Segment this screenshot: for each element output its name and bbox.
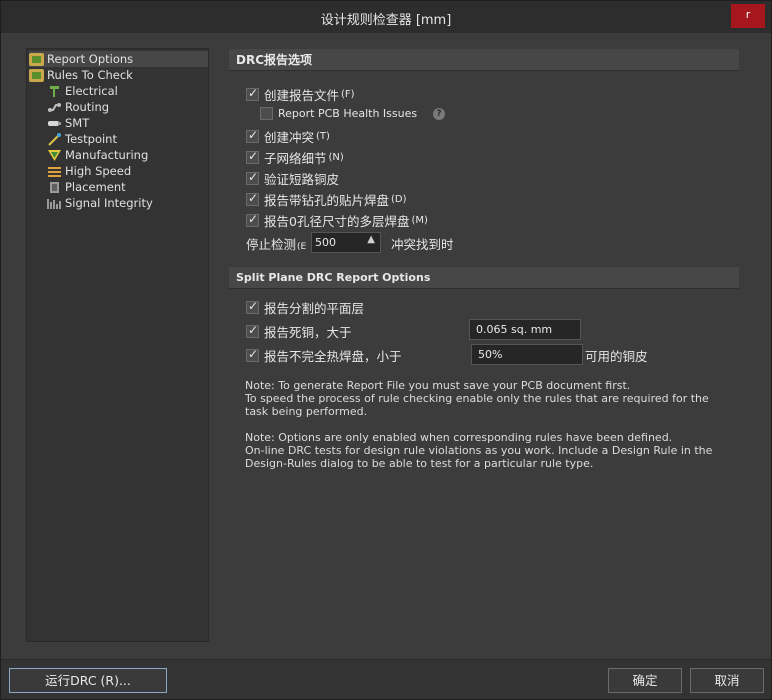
tree-item-label: Electrical <box>65 84 118 98</box>
help-icon[interactable]: ? <box>433 108 445 120</box>
tree-item-routing[interactable]: Routing <box>47 99 109 115</box>
checkbox-box[interactable] <box>246 347 259 362</box>
tree-item-rules-to-check[interactable]: Rules To Check <box>29 67 133 83</box>
spin-arrows-icon[interactable]: ▲ <box>367 234 375 245</box>
checkbox-label: 子网络细节 <box>264 151 327 166</box>
tree-item-label: SMT <box>65 116 90 130</box>
tree-item-label: Placement <box>65 180 126 194</box>
title-bar: 设计规则检查器 [mm] r <box>1 1 771 33</box>
notes-text: Note: To generate Report File you must s… <box>245 379 715 483</box>
tree-item-label: High Speed <box>65 164 132 178</box>
report-split-checkbox[interactable]: 报告分割的平面层 <box>246 298 364 317</box>
dead-copper-input[interactable]: 0.065 sq. mm <box>469 319 581 340</box>
checkbox-box[interactable] <box>246 170 259 185</box>
drc-dialog: 设计规则检查器 [mm] r Report Options Rules To C… <box>0 0 772 700</box>
stop-count-value: 500 <box>315 236 336 249</box>
checkbox-box[interactable] <box>246 323 259 338</box>
checkbox-box[interactable] <box>260 107 273 120</box>
routing-icon <box>47 101 62 114</box>
report-zero-hole-checkbox[interactable]: 报告0孔径尺寸的多层焊盘 (M) <box>246 211 428 230</box>
checkbox-label: 报告死铜，大于 <box>264 325 352 340</box>
rules-folder-icon <box>29 68 44 82</box>
tree-item-label: Routing <box>65 100 110 114</box>
checkbox-box[interactable] <box>246 299 259 314</box>
report-drilled-smt-checkbox[interactable]: 报告带钻孔的贴片焊盘 (D) <box>246 190 407 209</box>
signal-integrity-icon <box>47 197 62 210</box>
stop-detect-label: 停止检测(E <box>246 237 307 252</box>
checkbox-label: Report PCB Health Issues <box>278 107 418 120</box>
drc-options-header: DRC报告选项 <box>229 49 739 71</box>
tree-item-label: Testpoint <box>65 132 117 146</box>
tree-item-label: Report Options <box>47 52 134 66</box>
create-report-checkbox[interactable]: 创建报告文件 (F) <box>246 85 355 104</box>
checkbox-label: 创建冲突 <box>264 130 315 145</box>
note-line: Note: Options are only enabled when corr… <box>245 431 673 444</box>
shortcut-hint: (M) <box>411 215 428 226</box>
manufacturing-icon <box>47 149 62 162</box>
placement-icon <box>47 181 62 194</box>
tree-item-report-options[interactable]: Report Options <box>29 51 208 67</box>
high-speed-icon <box>47 165 62 178</box>
tree-item-high-speed[interactable]: High Speed <box>47 163 131 179</box>
split-plane-header: Split Plane DRC Report Options <box>229 267 739 289</box>
smt-icon <box>47 117 62 130</box>
subnet-details-checkbox[interactable]: 子网络细节 (N) <box>246 148 344 167</box>
testpoint-icon <box>47 132 62 146</box>
tree-item-manufacturing[interactable]: Manufacturing <box>47 147 148 163</box>
tree-item-placement[interactable]: Placement <box>47 179 126 195</box>
create-violations-checkbox[interactable]: 创建冲突 (T) <box>246 127 330 146</box>
window-title: 设计规则检查器 [mm] <box>320 13 452 28</box>
checkbox-box[interactable] <box>246 191 259 206</box>
tree-item-testpoint[interactable]: Testpoint <box>47 131 117 147</box>
stop-suffix-label: 冲突找到时 <box>391 237 454 252</box>
close-button[interactable]: r <box>731 4 765 28</box>
tree-item-label: Manufacturing <box>65 148 149 162</box>
shortcut-hint: (F) <box>341 89 355 100</box>
tree-item-label: Signal Integrity <box>65 196 153 210</box>
report-dead-copper-checkbox[interactable]: 报告死铜，大于 <box>246 322 352 341</box>
checkbox-label: 报告0孔径尺寸的多层焊盘 <box>264 214 410 229</box>
checkbox-box[interactable] <box>246 212 259 227</box>
tree-item-signal-integrity[interactable]: Signal Integrity <box>47 195 153 211</box>
incomplete-thermal-input[interactable]: 50% <box>471 344 583 365</box>
checkbox-label: 报告不完全热焊盘，小于 <box>264 349 402 364</box>
tree-item-label: Rules To Check <box>47 68 133 82</box>
checkbox-box[interactable] <box>246 149 259 164</box>
report-options-icon <box>29 52 44 66</box>
cancel-button[interactable]: 取消 <box>690 668 764 693</box>
tree-item-smt[interactable]: SMT <box>47 115 89 131</box>
shortcut-hint: (D) <box>391 194 407 205</box>
note-line: On-line DRC tests for design rule violat… <box>245 444 713 470</box>
electrical-icon <box>47 85 62 98</box>
tree-item-electrical[interactable]: Electrical <box>47 83 118 99</box>
note-line: To speed the process of rule checking en… <box>245 392 709 418</box>
checkbox-label: 验证短路铜皮 <box>264 172 340 187</box>
run-drc-button[interactable]: 运行DRC (R)... <box>9 668 167 693</box>
checkbox-box[interactable] <box>246 128 259 143</box>
checkbox-label: 创建报告文件 <box>264 88 340 103</box>
checkbox-label: 报告分割的平面层 <box>264 301 365 316</box>
rules-tree: Report Options Rules To Check Electrical… <box>26 48 209 642</box>
checkbox-box[interactable] <box>246 86 259 101</box>
stop-count-stepper[interactable]: 500 ▲ <box>311 232 381 253</box>
shortcut-hint: (T) <box>316 131 330 142</box>
report-pcb-health-checkbox[interactable]: Report PCB Health Issues <box>260 107 417 120</box>
report-incomplete-checkbox[interactable]: 报告不完全热焊盘，小于 <box>246 346 402 365</box>
note-line: Note: To generate Report File you must s… <box>245 379 631 392</box>
incomplete-suffix-label: 可用的铜皮 <box>585 349 648 364</box>
checkbox-label: 报告带钻孔的贴片焊盘 <box>264 193 390 208</box>
verify-shorting-checkbox[interactable]: 验证短路铜皮 <box>246 169 339 188</box>
ok-button[interactable]: 确定 <box>608 668 682 693</box>
shortcut-hint: (N) <box>328 152 344 163</box>
